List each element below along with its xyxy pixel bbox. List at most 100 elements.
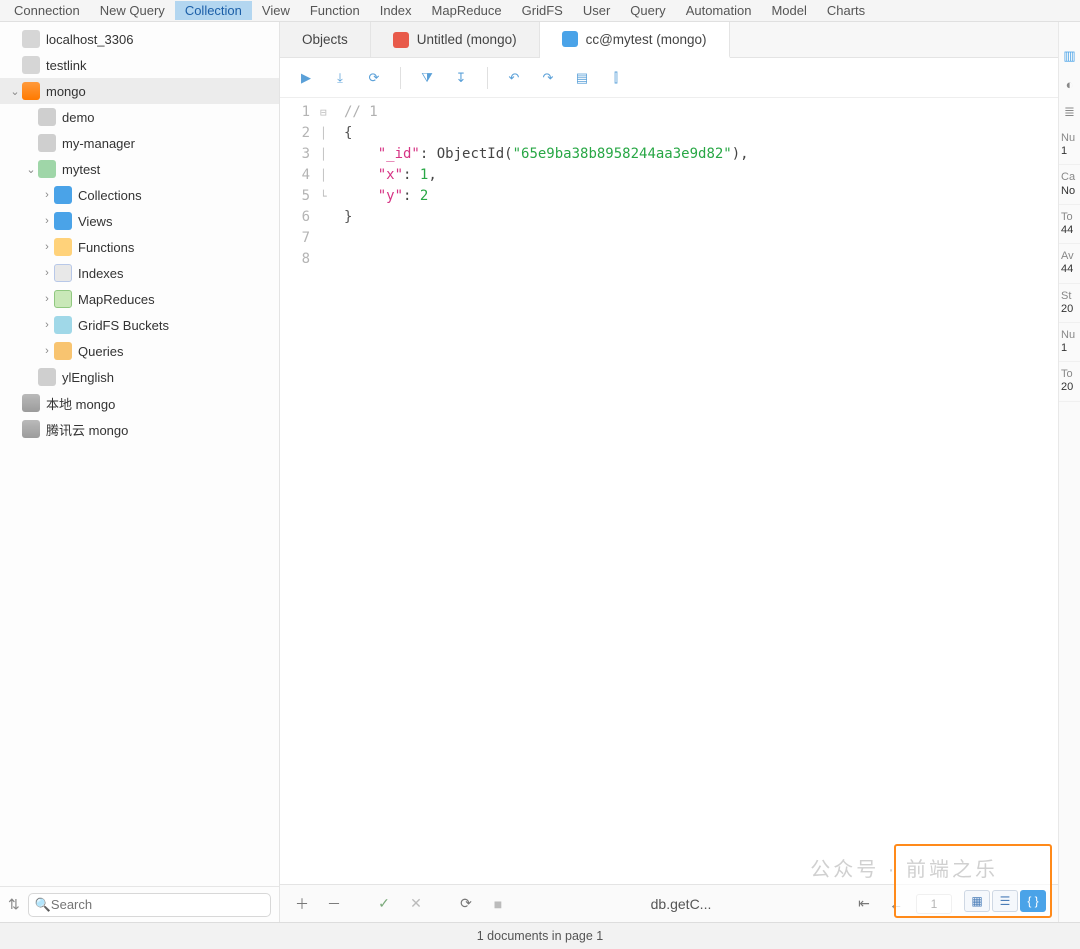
add-button[interactable]: ＋ <box>290 894 314 914</box>
query-summary: db.getC... <box>518 896 844 912</box>
menu-user[interactable]: User <box>573 1 620 20</box>
tab-icon <box>393 32 409 48</box>
db-icon <box>38 160 56 178</box>
tree-item-views[interactable]: ›Views <box>0 208 279 234</box>
tree-item-demo[interactable]: demo <box>0 104 279 130</box>
chevron-icon[interactable]: › <box>40 215 54 227</box>
undo-button[interactable]: ↶ <box>500 64 528 92</box>
stat-av: Av44 <box>1059 244 1080 283</box>
filter-options-icon[interactable]: ⇅ <box>8 896 20 913</box>
tab-objects[interactable]: Objects <box>280 22 371 57</box>
chevron-icon[interactable]: › <box>40 293 54 305</box>
tree-item--mongo[interactable]: 本地 mongo <box>0 390 279 416</box>
code-editor[interactable]: 12345678 ⊟│││└ // 1{ "_id": ObjectId("65… <box>280 98 1058 884</box>
fold-column: ⊟│││└ <box>320 98 336 884</box>
db-save-button[interactable]: ⤓ <box>326 64 354 92</box>
menu-query[interactable]: Query <box>620 1 675 20</box>
menu-charts[interactable]: Charts <box>817 1 875 20</box>
tab-cc-mytest-mongo-[interactable]: cc@mytest (mongo) <box>540 22 730 58</box>
search-field[interactable]: 🔍 <box>28 893 271 917</box>
menu-collection[interactable]: Collection <box>175 1 252 20</box>
reload-button[interactable]: ⟳ <box>454 895 478 912</box>
tree-item-label: mongo <box>46 84 86 99</box>
view-grid-button[interactable]: ▦ <box>964 890 990 912</box>
chevron-icon[interactable]: › <box>40 241 54 253</box>
menubar: ConnectionNew QueryCollectionViewFunctio… <box>0 0 1080 22</box>
folder-icon <box>54 316 72 334</box>
menu-model[interactable]: Model <box>761 1 816 20</box>
conn-icon <box>22 420 40 438</box>
chevron-icon[interactable]: ⌄ <box>8 85 22 98</box>
tree-item-mytest[interactable]: ⌄ mytest <box>0 156 279 182</box>
chevron-icon[interactable]: › <box>40 345 54 357</box>
folder-icon <box>54 342 72 360</box>
menu-view[interactable]: View <box>252 1 300 20</box>
tree-item-label: MapReduces <box>78 292 155 307</box>
folder-icon <box>54 264 72 282</box>
tree-item-label: Indexes <box>78 266 124 281</box>
stat-to: To44 <box>1059 205 1080 244</box>
stats-db-icon[interactable]: ≣ <box>1059 98 1080 126</box>
sort-button[interactable]: ↧ <box>447 64 475 92</box>
data-view-button[interactable]: ▤ <box>568 64 596 92</box>
tree-item-my-manager[interactable]: my-manager <box>0 130 279 156</box>
tree-item-label: GridFS Buckets <box>78 318 169 333</box>
view-json-button[interactable]: { } <box>1020 890 1046 912</box>
folder-icon <box>54 186 72 204</box>
tree-item-label: mytest <box>62 162 100 177</box>
menu-new-query[interactable]: New Query <box>90 1 175 20</box>
stats-info-icon[interactable]: ◐ <box>1059 70 1080 98</box>
tree-item-indexes[interactable]: › Indexes <box>0 260 279 286</box>
search-input[interactable] <box>51 897 264 912</box>
folder-icon <box>54 238 72 256</box>
redo-button[interactable]: ↷ <box>534 64 562 92</box>
tree-item-label: my-manager <box>62 136 135 151</box>
conn-icon <box>22 394 40 412</box>
tree-item-queries[interactable]: › Queries <box>0 338 279 364</box>
apply-button[interactable]: ✓ <box>372 895 396 912</box>
filter-button[interactable]: ⧩ <box>413 64 441 92</box>
tab-label: cc@mytest (mongo) <box>586 32 707 47</box>
menu-index[interactable]: Index <box>370 1 422 20</box>
tree-item-testlink[interactable]: testlink <box>0 52 279 78</box>
chevron-icon[interactable]: ⌄ <box>24 163 38 176</box>
chevron-icon[interactable]: › <box>40 267 54 279</box>
db-icon <box>38 368 56 386</box>
tree-item-label: Collections <box>78 188 142 203</box>
chevron-icon[interactable]: › <box>40 189 54 201</box>
tree-item--mongo[interactable]: 腾讯云 mongo <box>0 416 279 442</box>
menu-mapreduce[interactable]: MapReduce <box>422 1 512 20</box>
menu-function[interactable]: Function <box>300 1 370 20</box>
tree-item-label: Queries <box>78 344 124 359</box>
conn-icon <box>22 56 40 74</box>
conn-icon <box>22 82 40 100</box>
tree-item-gridfs-buckets[interactable]: › GridFS Buckets <box>0 312 279 338</box>
view-mode-switch: ▦ ☰ { } <box>894 844 1052 918</box>
conn-icon <box>22 30 40 48</box>
remove-button[interactable]: － <box>322 894 346 914</box>
tree-item-label: 本地 mongo <box>46 394 115 413</box>
tab-untitled-mongo-[interactable]: Untitled (mongo) <box>371 22 540 57</box>
stop-button[interactable]: ■ <box>486 896 510 912</box>
chart-button[interactable]: ⫿ <box>602 64 630 92</box>
tree-item-collections[interactable]: › Collections <box>0 182 279 208</box>
tree-item-mapreduces[interactable]: › MapReduces <box>0 286 279 312</box>
chevron-icon[interactable]: › <box>40 319 54 331</box>
first-page-icon[interactable]: ⇤ <box>852 895 876 912</box>
cancel-button[interactable]: ✕ <box>404 895 428 912</box>
menu-automation[interactable]: Automation <box>676 1 762 20</box>
tree-item-ylenglish[interactable]: ylEnglish <box>0 364 279 390</box>
stats-tab-icon[interactable]: ▥ <box>1059 42 1080 70</box>
db-play-button[interactable]: ▶ <box>292 64 320 92</box>
tree-item-functions[interactable]: ›Functions <box>0 234 279 260</box>
view-tree-button[interactable]: ☰ <box>992 890 1018 912</box>
menu-gridfs[interactable]: GridFS <box>512 1 573 20</box>
tree: localhost_3306testlink ⌄ mongo demo my-manag… <box>0 22 279 886</box>
db-refresh-button[interactable]: ⟳ <box>360 64 388 92</box>
code-body[interactable]: // 1{ "_id": ObjectId("65e9ba38b8958244a… <box>336 98 1058 884</box>
editor-toolbar: ▶⤓⟳ ⧩↧ ↶↷▤⫿ <box>280 58 1058 98</box>
line-gutter: 12345678 <box>280 98 320 884</box>
menu-connection[interactable]: Connection <box>4 1 90 20</box>
tree-item-localhost-3306[interactable]: localhost_3306 <box>0 26 279 52</box>
tree-item-mongo[interactable]: ⌄ mongo <box>0 78 279 104</box>
